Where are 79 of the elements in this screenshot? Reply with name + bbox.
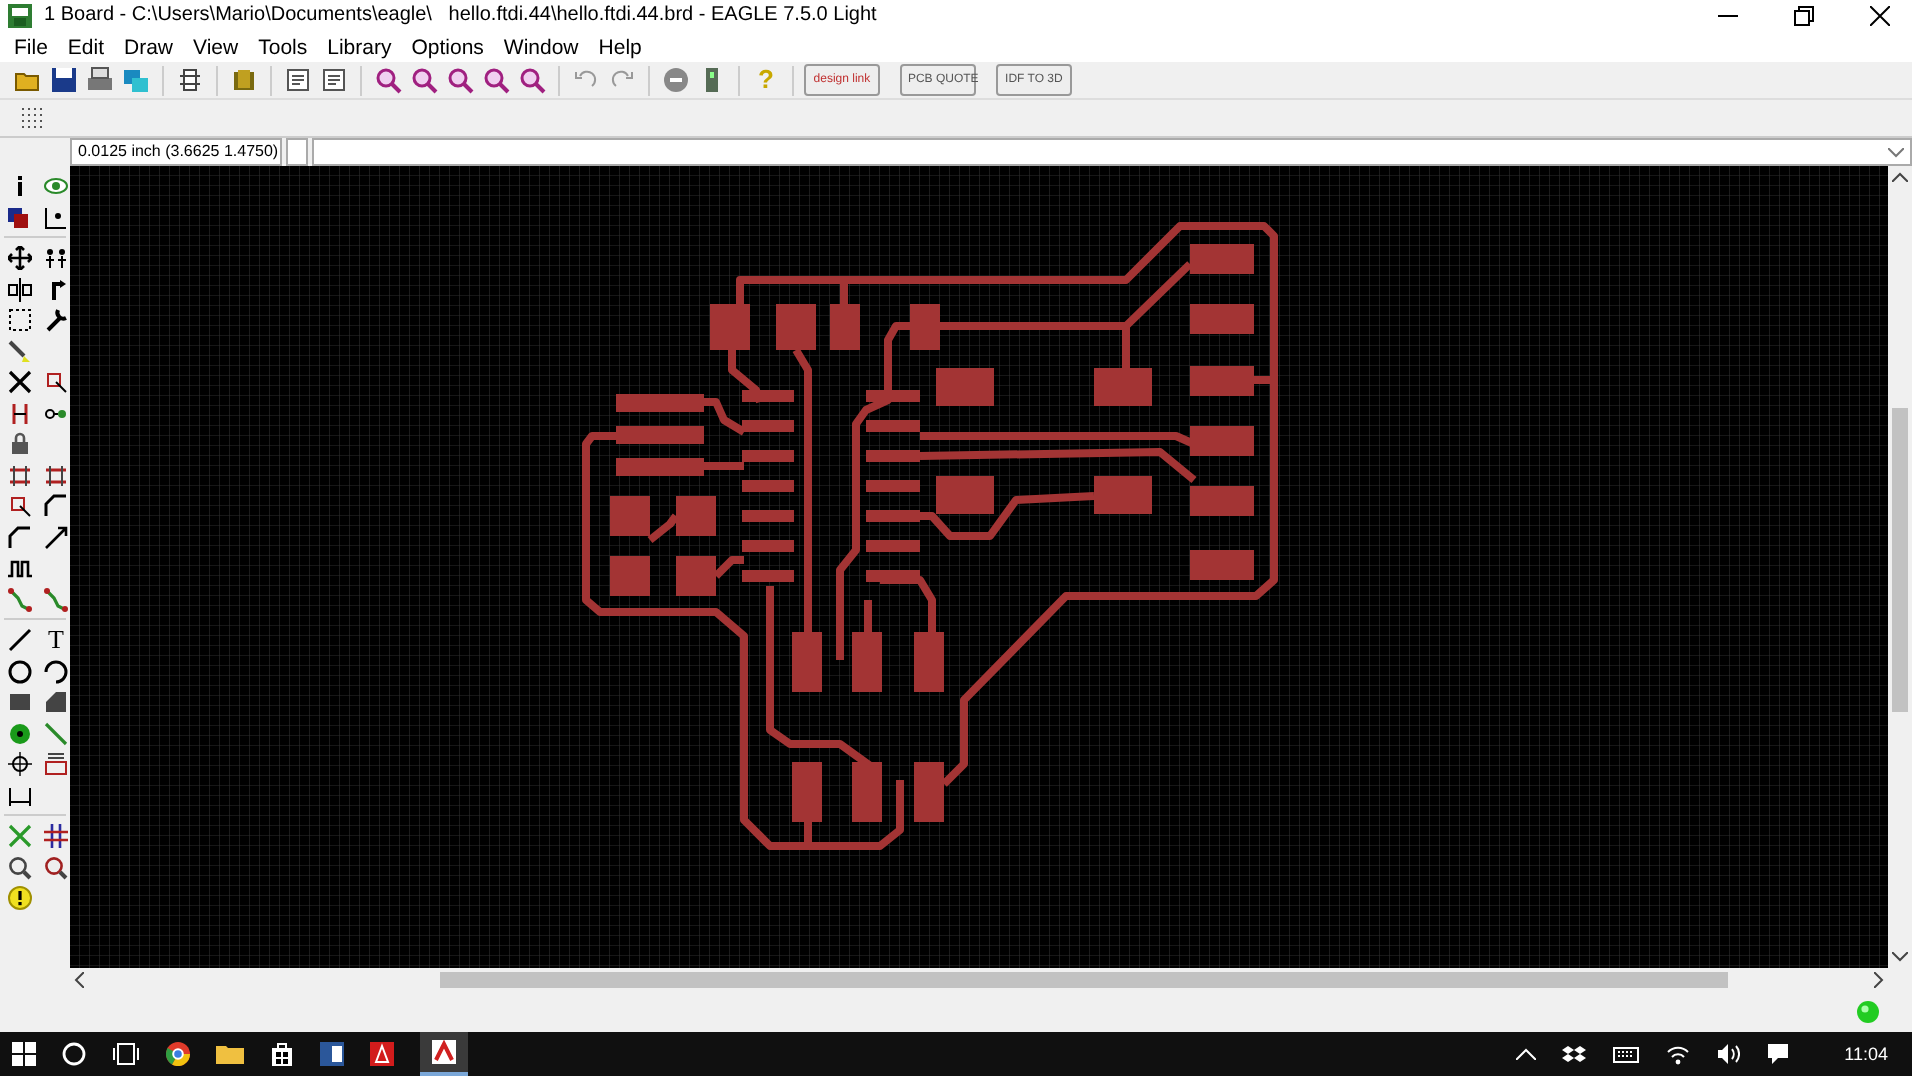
document-app-icon[interactable] bbox=[320, 1042, 344, 1066]
script-icon[interactable] bbox=[284, 66, 312, 95]
dropdown-caret-icon[interactable] bbox=[1888, 147, 1904, 158]
lock-icon[interactable] bbox=[8, 432, 32, 457]
menu-item[interactable]: View bbox=[183, 35, 249, 60]
notification-icon[interactable] bbox=[1766, 1042, 1791, 1066]
store-icon[interactable] bbox=[270, 1042, 294, 1066]
scroll-right-icon[interactable] bbox=[1874, 972, 1884, 989]
scroll-left-icon[interactable] bbox=[74, 972, 84, 989]
warning-icon[interactable] bbox=[8, 886, 32, 911]
zoom-icon[interactable] bbox=[8, 855, 32, 880]
line-icon[interactable] bbox=[8, 628, 32, 653]
cam-processor-icon[interactable] bbox=[122, 66, 150, 95]
save-icon[interactable] bbox=[50, 66, 78, 95]
dimension-icon[interactable] bbox=[8, 783, 32, 808]
keyboard-icon[interactable] bbox=[1612, 1042, 1641, 1066]
scroll-up-icon[interactable] bbox=[1892, 172, 1908, 183]
chevron-up-icon[interactable] bbox=[1516, 1048, 1537, 1060]
scroll-thumb[interactable] bbox=[440, 972, 1728, 989]
slash-icon[interactable] bbox=[44, 525, 68, 550]
print-icon[interactable] bbox=[86, 66, 114, 95]
zoom-select-icon[interactable] bbox=[518, 66, 546, 95]
restore-icon[interactable] bbox=[1794, 5, 1814, 26]
menu-item[interactable]: Edit bbox=[57, 35, 115, 60]
menu-item[interactable]: Window bbox=[493, 35, 589, 60]
browser-icon[interactable] bbox=[166, 1042, 190, 1066]
copy-icon[interactable] bbox=[44, 246, 68, 271]
via-icon[interactable] bbox=[8, 721, 32, 746]
group-icon[interactable] bbox=[8, 308, 32, 333]
text-tool[interactable]: T bbox=[42, 626, 70, 655]
rectangle-icon[interactable] bbox=[8, 690, 32, 715]
miter-icon[interactable] bbox=[44, 494, 68, 519]
zoom-minus-icon[interactable] bbox=[44, 855, 68, 880]
menu-item[interactable]: Draw bbox=[114, 35, 184, 60]
move-icon[interactable] bbox=[8, 246, 32, 271]
eagle-taskbar-button[interactable] bbox=[420, 1032, 468, 1076]
search-icon[interactable] bbox=[62, 1042, 86, 1066]
wifi-icon[interactable] bbox=[1666, 1042, 1691, 1066]
mark-icon[interactable] bbox=[44, 205, 68, 230]
delete-icon[interactable] bbox=[8, 370, 32, 395]
zoom-out-icon[interactable] bbox=[446, 66, 474, 95]
coordinate-readout: 0.0125 inch (3.6625 1.4750) bbox=[70, 138, 282, 167]
scroll-thumb[interactable] bbox=[1892, 408, 1908, 713]
status-light-icon bbox=[1856, 1000, 1880, 1025]
signal-icon[interactable] bbox=[44, 721, 68, 746]
status-box bbox=[286, 138, 308, 167]
ripup-icon[interactable] bbox=[44, 587, 68, 612]
window-title: 1 Board - C:\Users\Mario\Documents\eagle\ hello.ftdi.44\hello.ftdi.44.brd - EAGLE 7.5.0 Light bbox=[44, 4, 877, 27]
circle-icon[interactable] bbox=[8, 659, 32, 684]
layers-icon[interactable] bbox=[8, 205, 32, 230]
mirror-icon[interactable] bbox=[8, 277, 32, 302]
windows-start-icon[interactable] bbox=[12, 1042, 36, 1066]
arc-icon[interactable] bbox=[44, 659, 68, 684]
zoom-in-icon[interactable] bbox=[410, 66, 438, 95]
hole-icon[interactable] bbox=[8, 752, 32, 777]
scroll-down-icon[interactable] bbox=[1892, 952, 1908, 963]
stop-icon[interactable] bbox=[662, 66, 690, 95]
pdf-app-icon[interactable] bbox=[370, 1042, 394, 1066]
clock-time: 11:04 bbox=[1844, 1044, 1888, 1064]
menu-item[interactable]: Options bbox=[401, 35, 494, 60]
zoom-fit-icon[interactable] bbox=[374, 66, 402, 95]
menu-item[interactable]: Help bbox=[588, 35, 652, 60]
menu-item[interactable]: Library bbox=[317, 35, 402, 60]
wrench-icon[interactable] bbox=[44, 308, 68, 333]
eye-icon[interactable] bbox=[44, 174, 68, 199]
task-view-icon[interactable] bbox=[112, 1042, 140, 1066]
pen-icon[interactable] bbox=[8, 339, 32, 364]
volume-icon[interactable] bbox=[1716, 1042, 1741, 1066]
redraw-icon[interactable] bbox=[482, 66, 510, 95]
horizontal-scrollbar[interactable] bbox=[70, 968, 1888, 993]
cloud-sync-icon[interactable] bbox=[1562, 1042, 1587, 1066]
meander-icon[interactable] bbox=[8, 556, 32, 581]
menu-item[interactable]: File bbox=[4, 35, 58, 60]
menu-item[interactable]: Tools bbox=[248, 35, 318, 60]
folder-icon[interactable] bbox=[216, 1042, 244, 1066]
close-icon[interactable] bbox=[1870, 5, 1890, 26]
ulp-icon[interactable] bbox=[320, 66, 348, 95]
route-wire-icon[interactable] bbox=[8, 587, 32, 612]
command-field[interactable] bbox=[312, 138, 1912, 167]
